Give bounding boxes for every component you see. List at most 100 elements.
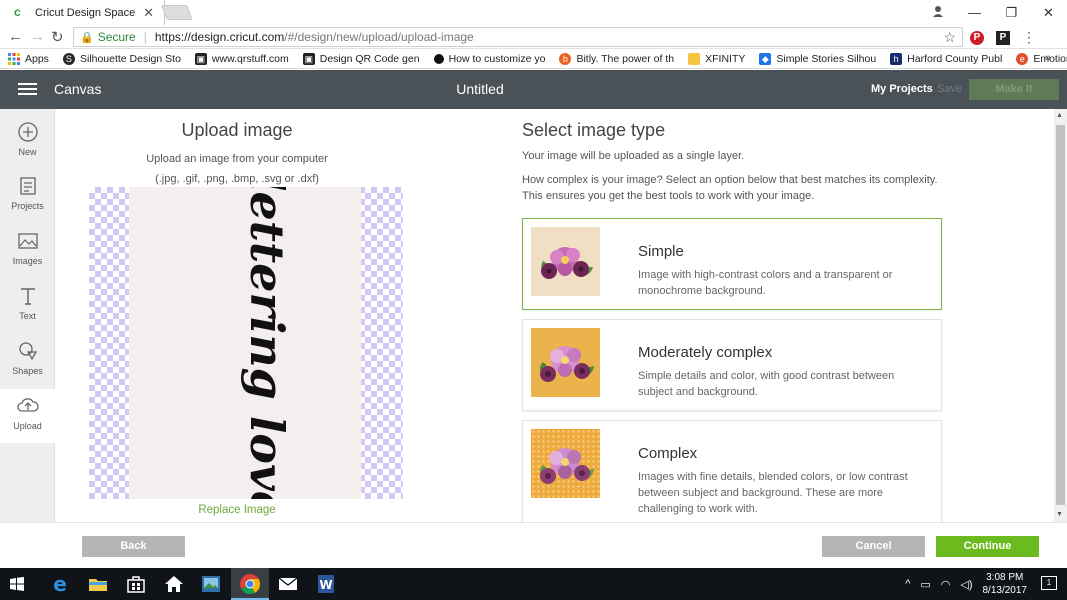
windows-start-icon[interactable] [10,577,24,591]
url-path: /#/design/new/upload/upload-image [284,30,474,44]
silhouette-icon: S [62,52,75,65]
continue-button[interactable]: Continue [936,536,1039,557]
extension-icons: P P ⋮ [970,29,1036,46]
home-icon[interactable] [162,572,186,596]
mail-icon[interactable] [276,572,300,596]
select-info-line2: How complex is your image? Select an opt… [522,174,938,202]
save-button[interactable]: Save [937,83,962,95]
url-host: https://design.cricut.com [154,30,285,44]
uploaded-image: lettering love [129,174,361,520]
sidebar-item-text[interactable]: Text [0,285,55,331]
action-center-icon[interactable]: 1 [1041,576,1057,590]
bookmark-customize[interactable]: How to customize yo [433,53,545,65]
sidebar-item-projects[interactable]: Projects [0,175,55,221]
close-tab-icon[interactable]: ✕ [143,5,154,21]
photos-app-icon[interactable] [199,572,223,596]
url-text: https://design.cricut.com/#/design/new/u… [155,30,474,44]
bookmark-harford[interactable]: h Harford County Publ [890,52,1002,65]
page-scrollbar[interactable]: ▲ ▼ [1054,109,1067,522]
address-bar[interactable]: 🔒 Secure | https://design.cricut.com/#/d… [73,27,963,47]
store-icon[interactable] [124,572,148,596]
bookmark-silhouette[interactable]: S Silhouette Design Sto [62,52,181,65]
project-name: Untitled [456,81,504,97]
bookmark-bitly[interactable]: b Bitly. The power of th [559,52,674,65]
browser-toolbar: ← → ↻ 🔒 Secure | https://design.cricut.c… [0,25,1067,49]
browser-tab[interactable]: c Cricut Design Space ✕ [0,0,165,25]
option-description: Images with fine details, blended colors… [638,471,908,515]
chrome-menu-icon[interactable]: ⋮ [1022,29,1036,46]
scroll-up-arrow-icon[interactable]: ▲ [1056,112,1063,119]
replace-image-link[interactable]: Replace Image [56,504,418,516]
word-icon[interactable]: W [314,572,338,596]
scrollbar-thumb[interactable] [1056,125,1065,505]
my-projects-link[interactable]: My Projects [871,83,933,95]
tab-title: Cricut Design Space [35,6,136,19]
bookmark-qrstuff[interactable]: ▣ www.qrstuff.com [194,52,289,65]
sidebar-label: Upload [13,421,42,431]
make-it-button[interactable]: Make It [969,79,1059,100]
bookmark-label: Simple Stories Silhou [776,52,877,65]
option-simple[interactable]: Simple Image with high-contrast colors a… [522,218,942,310]
bookmark-label: Design QR Code gen [319,52,420,65]
chrome-taskbar-active[interactable] [231,568,269,600]
upload-subtitle: Upload an image from your computer (.jpg… [56,149,418,189]
bookmark-emotional[interactable]: eEmotional Writing BS [1016,52,1067,65]
qr-icon: ▣ [302,52,315,65]
sidebar-label: Shapes [12,366,43,376]
file-explorer-icon[interactable] [86,572,110,596]
tray-expand-icon[interactable]: ^ [905,578,910,590]
windows-taskbar: e W ^ ▭ ◠ ◁) 3:08 PM 8/13/2017 1 [0,568,1067,600]
clock-time: 3:08 PM [986,572,1024,583]
battery-icon[interactable]: ▭ [920,578,930,591]
bookmark-star-icon[interactable]: ☆ [943,29,956,46]
profile-icon[interactable] [919,5,956,20]
scroll-down-arrow-icon[interactable]: ▼ [1056,511,1063,518]
bookmark-apps[interactable]: Apps [8,52,49,65]
forward-arrow-icon[interactable]: → [30,28,45,45]
sidebar-item-upload[interactable]: Upload [0,389,55,443]
option-moderately-complex[interactable]: Moderately complex Simple details and co… [522,319,942,411]
dot-icon [433,53,444,64]
sidebar-label: New [18,147,37,157]
edge-browser-icon[interactable]: e [48,572,72,596]
back-button[interactable]: Back [82,536,185,557]
folder-icon [688,52,701,65]
extension-p-icon[interactable]: P [996,30,1010,45]
option-title: Simple [638,243,684,260]
sidebar-label: Images [12,256,43,266]
back-arrow-icon[interactable]: ← [8,28,23,45]
bookmark-design-qr[interactable]: ▣ Design QR Code gen [302,52,420,65]
bookmark-label: Silhouette Design Sto [79,52,181,65]
apps-grid-icon [8,52,20,65]
bookmarks-more-icon[interactable]: » [1045,52,1051,64]
bookmark-xfinity[interactable]: XFINITY [688,52,746,65]
restore-icon[interactable]: ❐ [993,5,1030,21]
minimize-icon[interactable]: — [956,5,993,20]
cancel-button[interactable]: Cancel [822,536,925,557]
pinterest-icon[interactable]: P [970,30,984,45]
left-sidebar: New Projects Images Text Shapes Upload [0,109,55,522]
sidebar-item-images[interactable]: Images [0,230,55,276]
browser-tabstrip: c Cricut Design Space ✕ — ❐ ✕ [0,0,1067,25]
main-content: Upload image Upload an image from your c… [56,109,1054,524]
complex-flower-thumbnail [531,429,600,498]
bookmark-label: XFINITY [705,52,746,65]
option-complex[interactable]: Complex Images with fine details, blende… [522,420,942,524]
svg-text:W: W [319,578,332,592]
bookmark-simple-stories[interactable]: ◆ Simple Stories Silhou [759,52,877,65]
upload-subtitle-line2: (.jpg, .gif, .png, .bmp, .svg or .dxf) [155,173,319,185]
reload-icon[interactable]: ↻ [51,28,64,46]
address-separator: | [143,30,147,44]
svg-text:e: e [53,572,67,596]
sidebar-item-new[interactable]: New [0,121,55,167]
cricut-favicon-icon: c [14,5,21,19]
close-window-icon[interactable]: ✕ [1030,5,1067,21]
sidebar-label: Text [19,311,36,321]
clock[interactable]: 3:08 PM 8/13/2017 [983,571,1028,597]
network-icon[interactable]: ◠ [941,578,951,591]
volume-icon[interactable]: ◁) [960,578,972,591]
images-icon [17,233,38,249]
sidebar-item-shapes[interactable]: Shapes [0,340,55,386]
dropbox-icon: ◆ [759,52,772,65]
new-tab-button[interactable] [161,5,193,20]
